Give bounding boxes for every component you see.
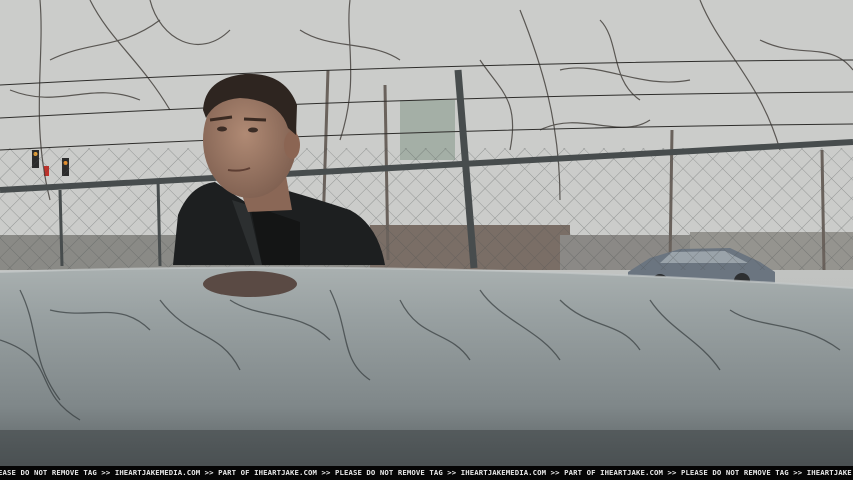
- watermark-text: EASE DO NOT REMOVE TAG >> IHEARTJAKEMEDI…: [0, 468, 852, 477]
- scene-illustration: [0, 0, 853, 466]
- watermark-strip: EASE DO NOT REMOVE TAG >> IHEARTJAKEMEDI…: [0, 466, 853, 480]
- film-still: EASE DO NOT REMOVE TAG >> IHEARTJAKEMEDI…: [0, 0, 853, 480]
- antenna-base: [203, 271, 297, 297]
- car-roof: [0, 266, 853, 466]
